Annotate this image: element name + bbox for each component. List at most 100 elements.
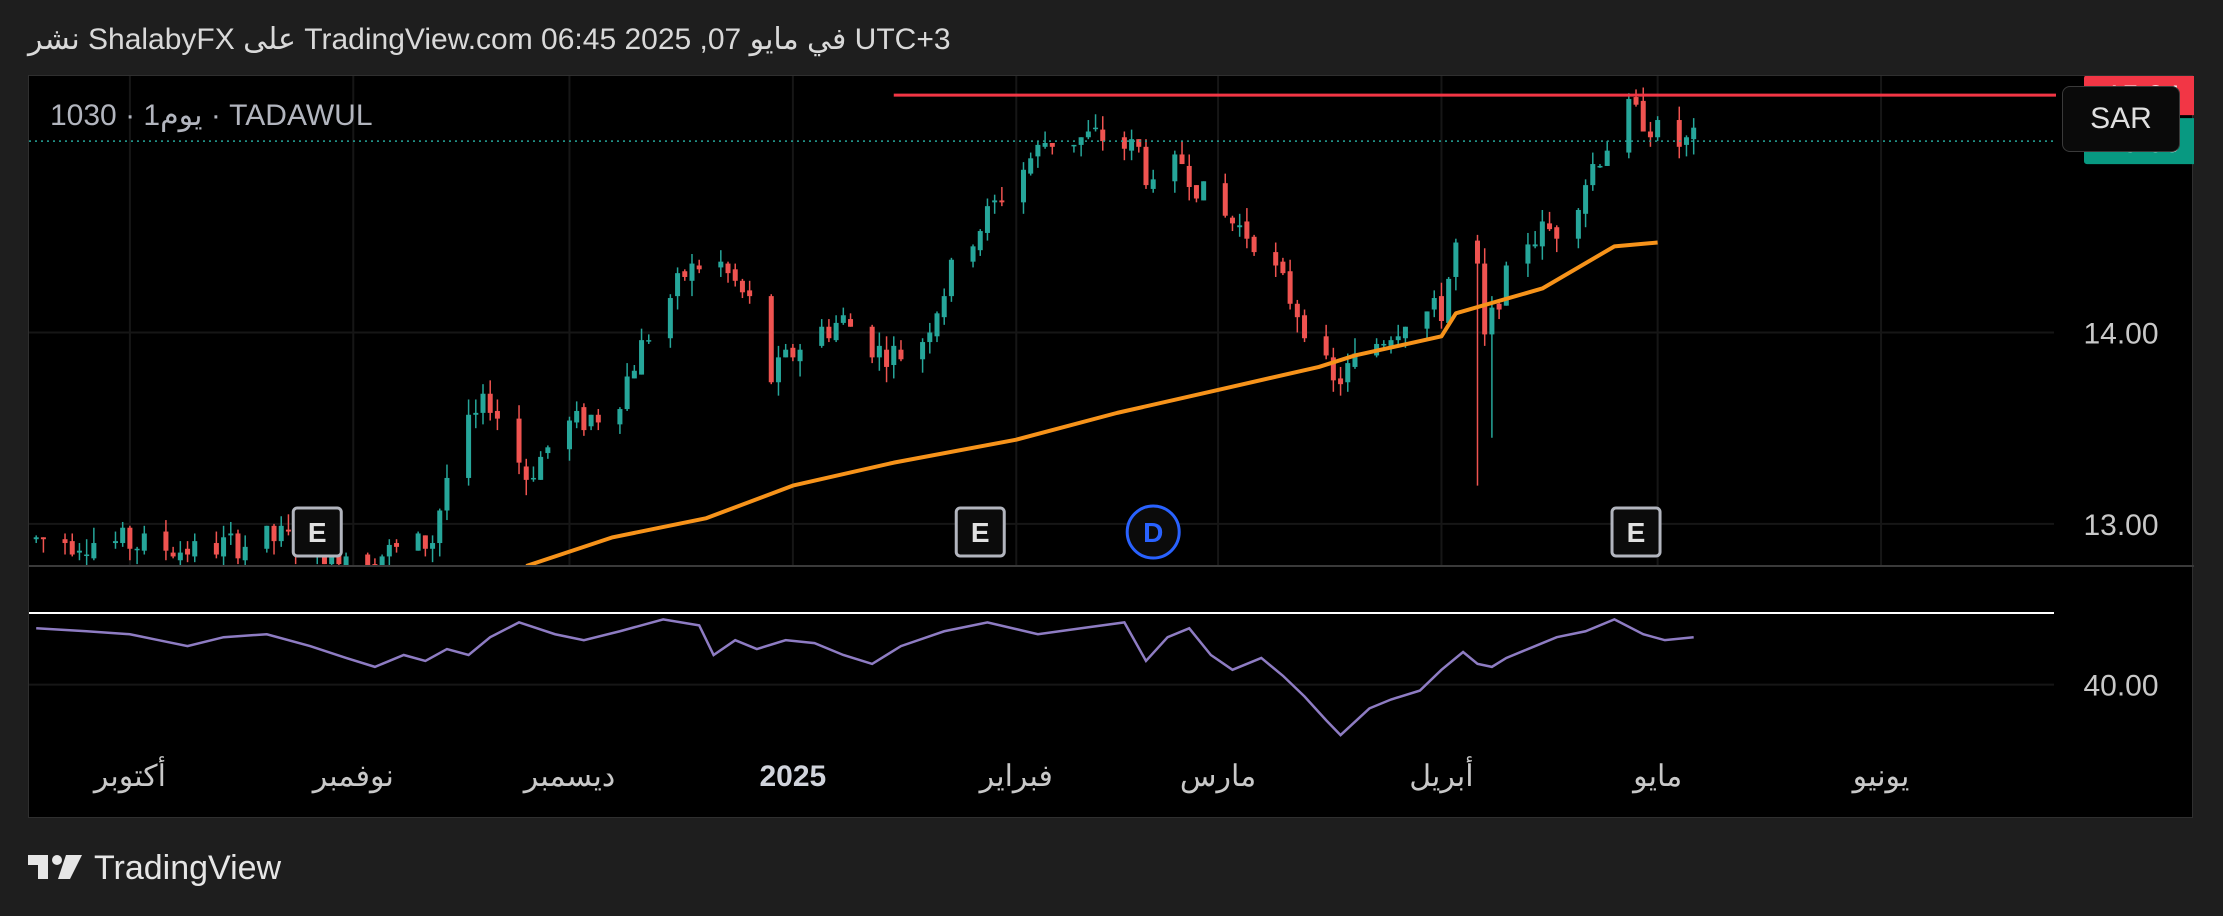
candle-body [192, 541, 198, 557]
chart-frame[interactable]: EEDE14.0013.0040.0015.2415.00أكتوبرنوفمب… [28, 75, 2194, 819]
candle-body [379, 556, 385, 566]
candle-body [1193, 185, 1199, 199]
candle-body [1179, 154, 1185, 165]
candle-body [444, 477, 450, 511]
candle-body [84, 554, 90, 557]
candle-body [177, 552, 183, 561]
candle-body [941, 296, 947, 318]
candle-body [430, 543, 436, 549]
candle-body [566, 420, 572, 450]
candle-body [840, 315, 846, 323]
candle-body [538, 456, 544, 480]
candle-body [1525, 244, 1531, 264]
price-tick-label: 14.00 [2083, 317, 2158, 350]
candle-body [1590, 164, 1596, 186]
candle-body [1453, 242, 1459, 277]
candle-body [163, 531, 169, 551]
time-tick-label: أبريل [1409, 756, 1473, 794]
time-tick-label: فبراير [978, 760, 1053, 794]
candle-body [1626, 98, 1632, 153]
candle-body [264, 525, 270, 549]
time-tick-label: أكتوبر [92, 756, 166, 794]
candle-body [833, 322, 839, 341]
candle-body [473, 412, 479, 415]
candle-body [1633, 97, 1639, 105]
candle-body [530, 477, 536, 480]
candle-body [394, 543, 400, 547]
candle-body [1323, 336, 1329, 356]
tradingview-logo[interactable]: TradingView [28, 846, 281, 890]
candle-body [1655, 120, 1661, 138]
candle-body [848, 319, 854, 327]
candle-body [768, 296, 774, 383]
time-tick-label: ديسمبر [522, 760, 615, 794]
candle-body [1042, 142, 1048, 147]
earnings-marker[interactable]: E [1610, 506, 1662, 558]
candle-body [1395, 336, 1401, 341]
candle-body [667, 298, 673, 339]
candle-body [595, 414, 601, 423]
candle-body [1604, 150, 1610, 166]
candle-body [639, 340, 645, 375]
candle-body [1647, 131, 1653, 138]
price-chart[interactable]: EEDE14.0013.0040.0015.2415.00أكتوبرنوفمب… [29, 76, 2194, 819]
dividend-marker-letter: D [1143, 517, 1163, 548]
candle-body [62, 539, 68, 544]
candle-body [1424, 311, 1430, 329]
candle-body [1150, 179, 1156, 189]
candle-body [422, 535, 428, 549]
candle-body [91, 543, 97, 559]
candle-body [992, 200, 998, 203]
candle-body [927, 332, 933, 343]
candle-body [278, 525, 284, 542]
earnings-marker[interactable]: E [954, 506, 1006, 558]
candle-body [1640, 100, 1646, 132]
candle-body [466, 414, 472, 478]
candle-body [617, 409, 623, 425]
candle-body [718, 261, 724, 268]
candle-body [1049, 142, 1055, 147]
candle-body [1093, 127, 1099, 130]
candle-body [1071, 144, 1077, 147]
candle-body [1532, 244, 1538, 247]
candle-body [1388, 340, 1394, 346]
candle-body [1302, 315, 1308, 339]
candle-body [689, 263, 695, 281]
candle-body [1431, 298, 1437, 310]
candle-body [977, 231, 983, 251]
candle-body [1020, 169, 1026, 203]
candle-body [1691, 127, 1697, 140]
candle-body [185, 548, 191, 555]
candle-body [934, 313, 940, 337]
candle-body [1345, 363, 1351, 383]
candle-body [386, 544, 392, 557]
candle-body [1085, 131, 1091, 138]
candle-body [127, 527, 133, 549]
currency-button[interactable]: SAR [2062, 86, 2180, 152]
candle-body [170, 552, 176, 557]
candle-body [725, 263, 731, 274]
candle-body [120, 527, 126, 544]
candle-body [891, 345, 897, 366]
candle-body [581, 407, 587, 431]
time-tick-label: 2025 [760, 760, 827, 793]
candle-body [1496, 303, 1502, 310]
candle-body [1229, 217, 1235, 224]
candle-body [1237, 225, 1243, 228]
publish-header: نشر ShalabyFX على TradingView.com 06:45 … [28, 23, 951, 56]
earnings-marker[interactable]: E [291, 506, 343, 558]
candle-body [624, 376, 630, 410]
candle-body [228, 533, 234, 536]
candle-body [365, 554, 371, 566]
tradingview-brand: TradingView [94, 848, 282, 887]
dividend-marker[interactable]: D [1125, 504, 1181, 560]
candle-body [1136, 139, 1142, 147]
candle-body [984, 206, 990, 233]
candle-body [1280, 261, 1286, 274]
tradingview-logo-icon [28, 855, 82, 879]
candle-body [876, 345, 882, 358]
candle-body [1446, 278, 1452, 323]
candle-body [1381, 343, 1387, 346]
candle-body [783, 349, 789, 358]
candle-body [1676, 120, 1682, 147]
